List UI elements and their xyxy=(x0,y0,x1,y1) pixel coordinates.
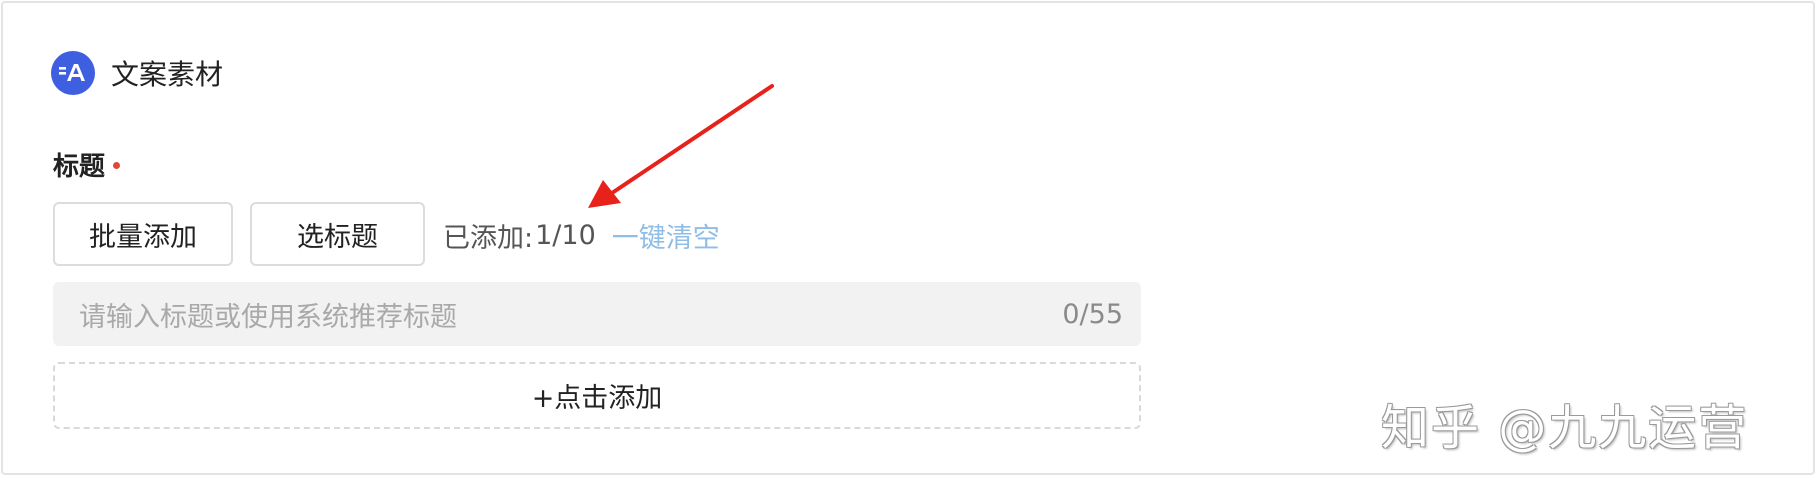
click-add-label: +点击添加 xyxy=(531,383,663,414)
section-title: 文案素材 xyxy=(111,58,224,91)
watermark: 知乎 @九九运营 xyxy=(1381,400,1749,456)
section-header: 文案素材 xyxy=(51,51,223,95)
title-input-placeholder: 请输入标题或使用系统推荐标题 xyxy=(79,301,457,333)
title-char-counter: 0/55 xyxy=(1062,298,1123,330)
title-input[interactable]: 请输入标题或使用系统推荐标题 0/55 xyxy=(53,282,1141,346)
click-add-button[interactable]: +点击添加 xyxy=(53,362,1141,429)
added-count: 1/10 xyxy=(535,220,596,251)
added-prefix: 已添加: xyxy=(443,223,534,254)
copy-material-card: 文案素材 标题 批量添加 选标题 已添加: 1/10 一键清空 请输入标题或使用… xyxy=(1,1,1815,475)
added-status: 已添加: 1/10 一键清空 xyxy=(443,216,720,255)
select-title-button[interactable]: 选标题 xyxy=(250,202,425,266)
required-indicator xyxy=(113,162,121,169)
wenan-logo-icon xyxy=(51,51,95,95)
clear-all-link[interactable]: 一键清空 xyxy=(612,216,720,255)
batch-add-button[interactable]: 批量添加 xyxy=(53,202,233,266)
title-field-label: 标题 xyxy=(53,146,121,183)
title-label-text: 标题 xyxy=(53,152,106,182)
